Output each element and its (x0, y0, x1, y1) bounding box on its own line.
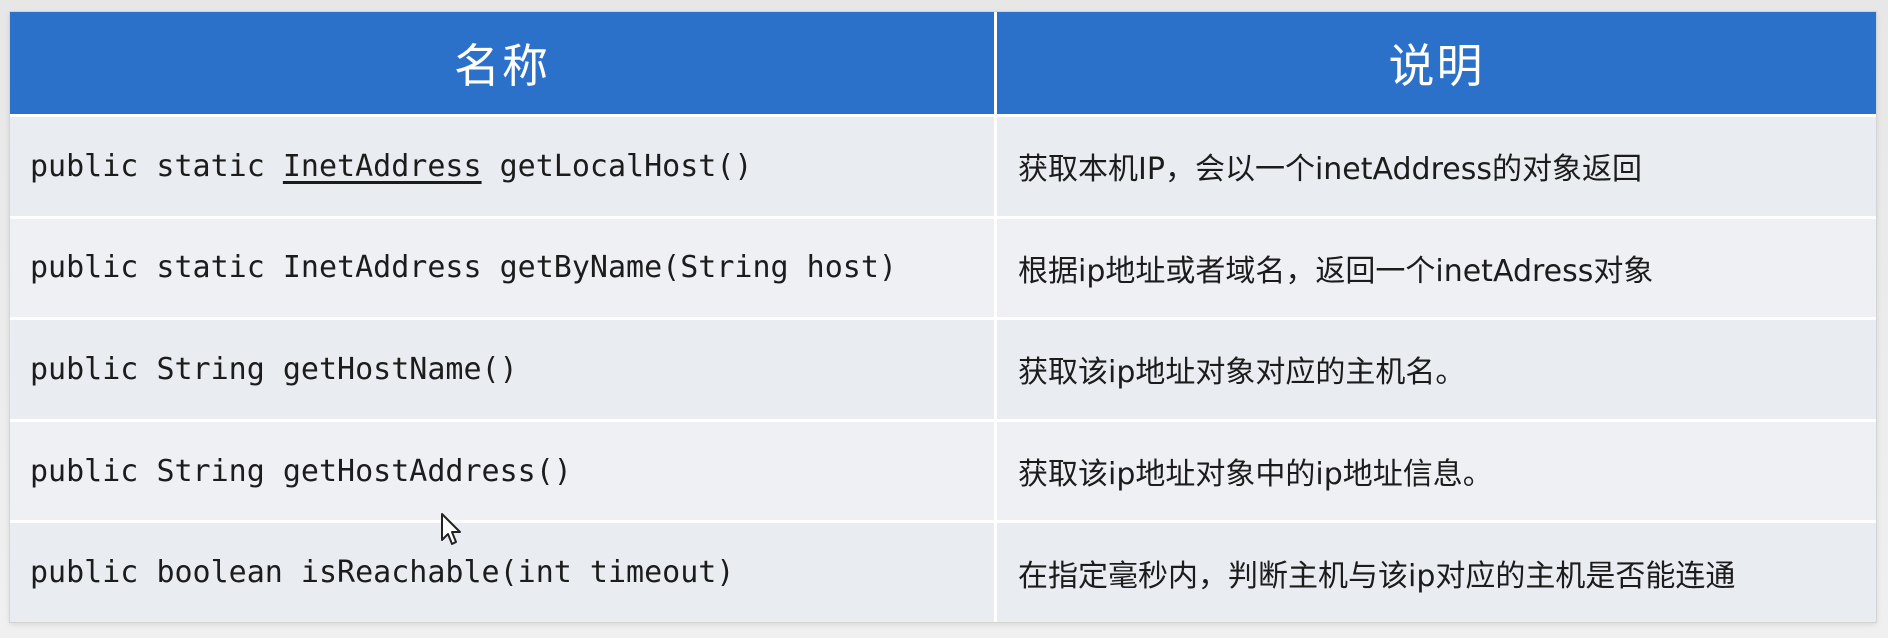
table-body: public static InetAddress getLocalHost()… (10, 114, 1876, 622)
method-description: 根据ip地址或者域名，返回一个inetAdress对象 (1018, 253, 1654, 289)
signature-prefix: public static (30, 250, 283, 286)
table-row: public static InetAddress getByName(Stri… (10, 215, 1876, 318)
method-signature: public boolean isReachable(int timeout) (10, 523, 997, 622)
method-signature: public static InetAddress getByName(Stri… (10, 218, 997, 318)
table-row: public static InetAddress getLocalHost()… (10, 114, 1876, 216)
method-signature: public static InetAddress getLocalHost() (10, 117, 997, 216)
signature-suffix: getHostAddress() (264, 453, 572, 489)
page: 名称 说明 public static InetAddress getLocal… (0, 0, 1888, 638)
signature-prefix: public (30, 351, 157, 387)
signature-prefix: public static (30, 148, 283, 184)
return-type-link[interactable]: InetAddress (283, 149, 482, 184)
signature-suffix: isReachable(int timeout) (282, 555, 735, 591)
signature-suffix: getHostName() (264, 351, 518, 387)
return-type: boolean (156, 555, 283, 591)
signature-prefix: public (30, 555, 157, 591)
table-row: public boolean isReachable(int timeout) … (10, 520, 1876, 622)
signature-suffix: getByName(String host) (481, 250, 897, 286)
method-signature: public String getHostName() (10, 320, 997, 419)
table-header: 名称 说明 (10, 12, 1876, 114)
header-name: 名称 (10, 12, 997, 114)
method-signature: public String getHostAddress() (10, 421, 997, 521)
return-type: String (156, 351, 265, 387)
method-description: 获取该ip地址对象对应的主机名。 (1018, 355, 1466, 391)
method-description: 获取本机IP，会以一个inetAddress的对象返回 (1018, 152, 1642, 188)
signature-suffix: getLocalHost() (481, 148, 753, 184)
header-description: 说明 (1388, 39, 1485, 93)
mouse-pointer-icon (441, 513, 461, 545)
return-type: String (156, 453, 265, 489)
method-description: 在指定毫秒内，判断主机与该ip对应的主机是否能连通 (1018, 558, 1736, 594)
table-row: public String getHostName() 获取该ip地址对象对应的… (10, 317, 1876, 419)
api-table: 名称 说明 public static InetAddress getLocal… (10, 12, 1876, 622)
method-description: 获取该ip地址对象中的ip地址信息。 (1018, 457, 1493, 493)
return-type: InetAddress (282, 250, 482, 286)
table-row: public String getHostAddress() 获取该ip地址对象… (10, 418, 1876, 521)
signature-prefix: public (30, 453, 157, 489)
